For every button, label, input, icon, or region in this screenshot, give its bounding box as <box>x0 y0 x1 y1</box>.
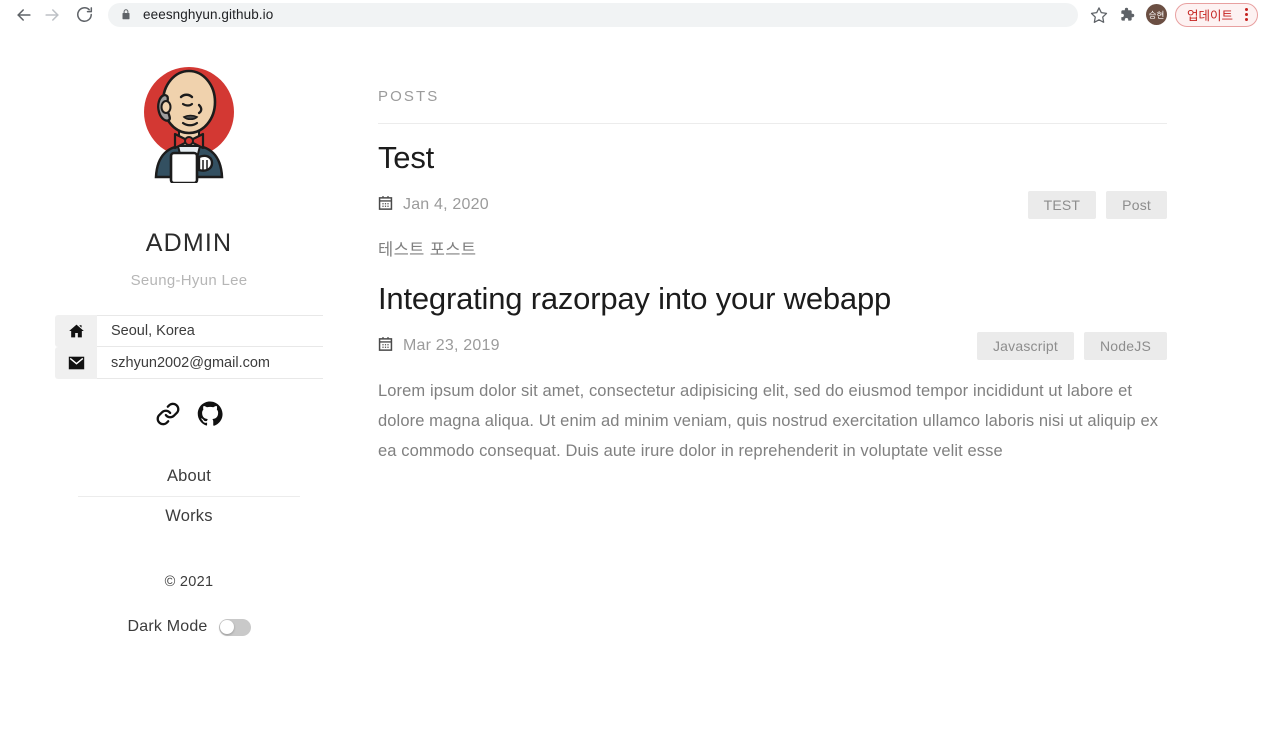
url-text: eeesnghyun.github.io <box>143 7 274 22</box>
main-content: POSTS Test Jan 4, 2020 TEST Post 테스트 포스트… <box>378 30 1268 466</box>
post-tags: Javascript NodeJS <box>976 331 1167 360</box>
nav-link-works[interactable]: Works <box>78 497 300 536</box>
post-date: Jan 4, 2020 <box>378 195 489 215</box>
tag-chip[interactable]: Post <box>1106 190 1167 219</box>
tag-chip[interactable]: TEST <box>1027 190 1097 219</box>
posts-section-label: POSTS <box>378 88 440 105</box>
post-item: Test Jan 4, 2020 TEST Post 테스트 포스트 <box>378 124 1167 265</box>
nav-link-about[interactable]: About <box>78 457 300 496</box>
site-title: ADMIN <box>145 229 233 257</box>
profile-info-list: Seoul, Korea szhyun2002@gmail.com <box>55 315 323 379</box>
link-icon[interactable] <box>155 401 181 427</box>
calendar-icon <box>378 195 393 215</box>
mail-icon <box>55 347 97 379</box>
tag-chip[interactable]: NodeJS <box>1083 331 1167 360</box>
info-row-email: szhyun2002@gmail.com <box>55 347 323 379</box>
github-icon[interactable] <box>197 401 223 427</box>
home-icon <box>55 315 97 347</box>
reload-button[interactable] <box>70 1 98 29</box>
update-button[interactable]: 업데이트 <box>1174 2 1258 27</box>
post-item: Integrating razorpay into your webapp Ma… <box>378 265 1167 466</box>
post-excerpt: 테스트 포스트 <box>378 240 477 259</box>
sidebar: ADMIN Seung-Hyun Lee Seoul, Korea szhyun… <box>0 30 378 636</box>
post-date: Mar 23, 2019 <box>378 336 500 356</box>
post-meta: Jan 4, 2020 TEST Post <box>378 190 1167 219</box>
dark-mode-control: Dark Mode <box>127 618 251 636</box>
address-bar[interactable]: eeesnghyun.github.io <box>108 2 1078 27</box>
copyright-text: © 2021 <box>164 574 214 590</box>
post-title[interactable]: Integrating razorpay into your webapp <box>378 280 1167 319</box>
info-location-text: Seoul, Korea <box>97 315 323 347</box>
profile-logo <box>135 55 243 185</box>
dark-mode-label: Dark Mode <box>127 618 208 635</box>
calendar-icon <box>378 336 393 356</box>
post-date-text: Mar 23, 2019 <box>403 336 500 354</box>
forward-button[interactable] <box>38 1 66 29</box>
update-label: 업데이트 <box>1186 8 1233 23</box>
post-tags: TEST Post <box>1027 190 1167 219</box>
info-row-location: Seoul, Korea <box>55 315 323 347</box>
post-meta: Mar 23, 2019 Javascript NodeJS <box>378 331 1167 360</box>
site-subtitle: Seung-Hyun Lee <box>130 272 248 289</box>
dark-mode-toggle[interactable] <box>218 618 251 636</box>
post-date-text: Jan 4, 2020 <box>403 195 489 213</box>
info-email-text: szhyun2002@gmail.com <box>97 347 323 379</box>
profile-avatar[interactable]: 승현 <box>1145 4 1167 25</box>
tag-chip[interactable]: Javascript <box>976 331 1074 360</box>
extensions-puzzle-icon[interactable] <box>1114 2 1140 28</box>
lock-icon <box>120 8 132 21</box>
browser-toolbar: eeesnghyun.github.io 승현 업데이트 <box>0 0 1268 30</box>
post-title[interactable]: Test <box>378 139 1167 178</box>
bookmark-star-icon[interactable] <box>1086 2 1112 28</box>
page-content: ADMIN Seung-Hyun Lee Seoul, Korea szhyun… <box>0 30 1268 744</box>
social-links <box>155 401 223 427</box>
toggle-knob <box>220 620 235 634</box>
chrome-menu-icon[interactable] <box>1242 8 1251 21</box>
back-button[interactable] <box>10 1 38 29</box>
post-excerpt: Lorem ipsum dolor sit amet, consectetur … <box>378 381 1159 460</box>
sidebar-nav: About Works <box>78 457 300 536</box>
jenkins-butler-icon <box>144 67 234 183</box>
